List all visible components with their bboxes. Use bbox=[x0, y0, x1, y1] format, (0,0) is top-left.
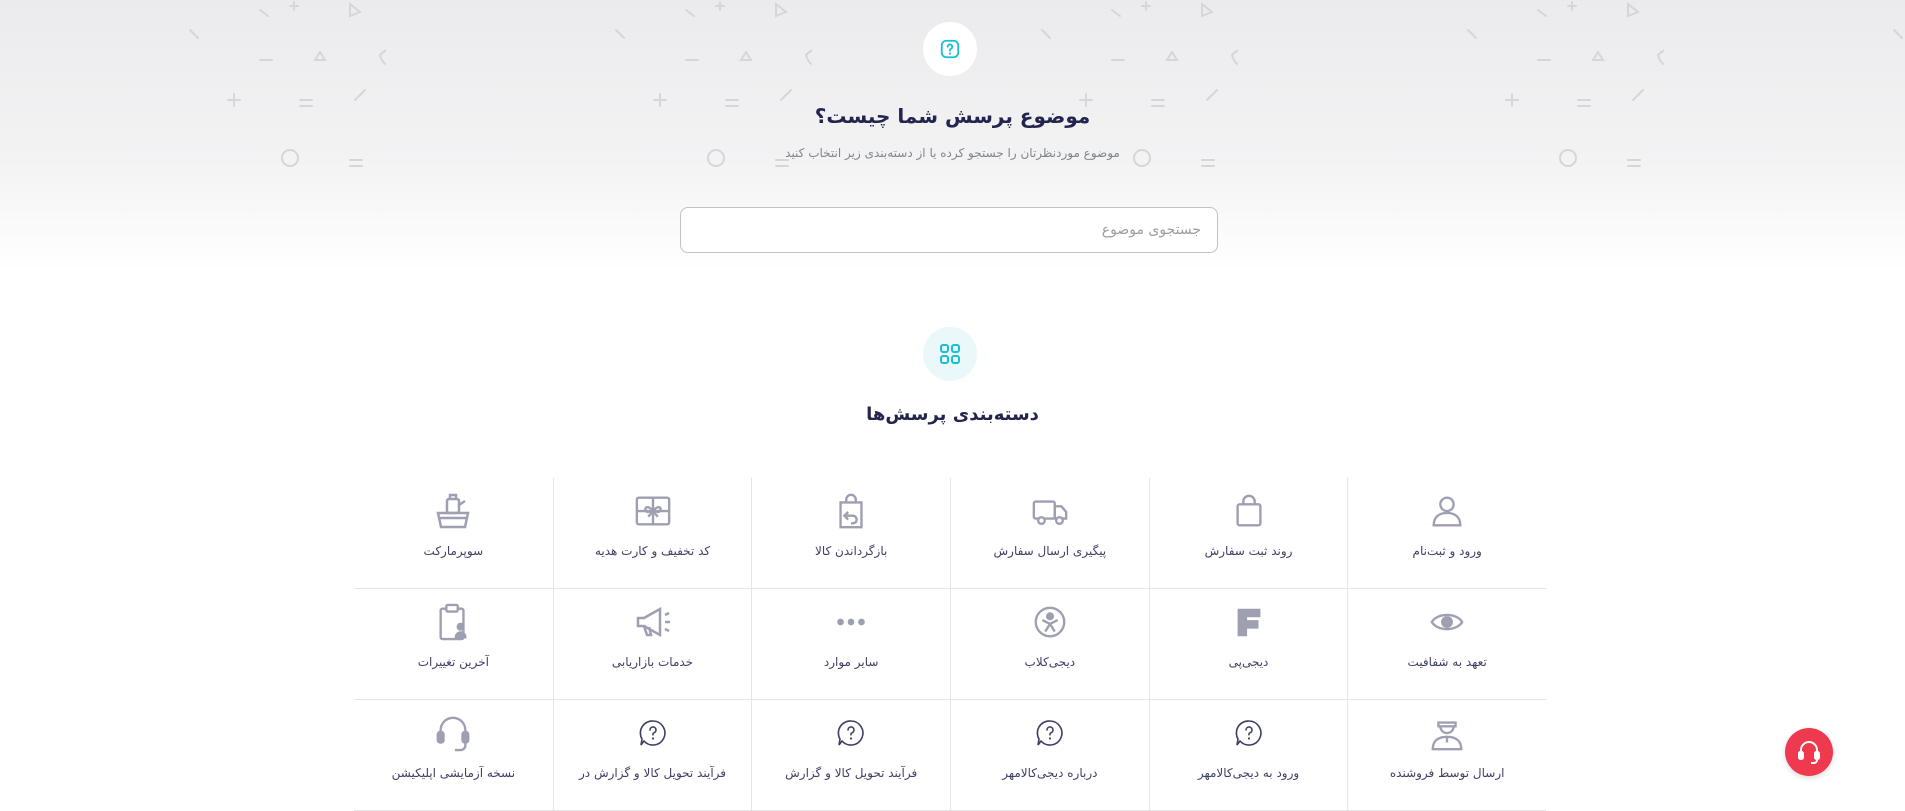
category-about-digikalamehr[interactable]: درباره دیجی‌کالامهر bbox=[950, 700, 1149, 811]
category-app-beta[interactable]: نسخه آزمایشی اپلیکیشن bbox=[354, 700, 553, 811]
shopping-bag-icon bbox=[1235, 494, 1262, 527]
category-label: سوپرمارکت bbox=[423, 544, 484, 558]
eye-icon bbox=[1430, 613, 1464, 631]
grocery-basket-icon bbox=[436, 493, 470, 529]
category-label: دیجی‌کلاب bbox=[1024, 655, 1076, 669]
category-transparency[interactable]: تعهد به شفافیت bbox=[1347, 589, 1546, 700]
digipay-icon bbox=[1237, 608, 1260, 637]
category-digiclub[interactable]: دیجی‌کلاب bbox=[950, 589, 1149, 700]
category-label: درباره دیجی‌کالامهر bbox=[1002, 766, 1098, 780]
return-bag-icon bbox=[839, 493, 863, 529]
question-bubble-icon bbox=[1235, 720, 1262, 746]
category-label: ارسال توسط فروشنده bbox=[1389, 766, 1505, 780]
support-button[interactable] bbox=[1785, 728, 1833, 776]
categories-title: دسته‌بندی پرسش‌ها bbox=[866, 404, 1039, 425]
megaphone-icon bbox=[636, 606, 670, 638]
categories-icon-badge bbox=[923, 327, 977, 381]
categories-grid: ورود و ثبت‌نام روند ثبت سفارش پیگیری ارس… bbox=[354, 478, 1546, 811]
category-discount-giftcard[interactable]: کد تخفیف و کارت هدیه bbox=[552, 478, 752, 589]
seller-courier-icon bbox=[1431, 721, 1463, 751]
category-label: تعهد به شفافیت bbox=[1407, 655, 1487, 669]
page-subtitle: موضوع موردنظرتان را جستجو کرده یا از دست… bbox=[785, 146, 1120, 160]
category-label: فرآیند تحویل کالا و گزارش bbox=[785, 766, 918, 780]
question-bubble-icon bbox=[1036, 720, 1063, 746]
question-bubble-icon bbox=[837, 720, 864, 746]
category-label: سایر موارد bbox=[823, 655, 879, 669]
category-returns[interactable]: بازگرداندن کالا bbox=[751, 478, 950, 589]
truck-icon bbox=[1032, 500, 1068, 526]
search-box bbox=[680, 207, 1218, 253]
question-icon bbox=[940, 39, 960, 59]
search-input[interactable] bbox=[681, 208, 1217, 252]
category-seller-shipping[interactable]: ارسال توسط فروشنده bbox=[1347, 700, 1546, 811]
category-digikalamehr-login[interactable]: ورود به دیجی‌کالامهر bbox=[1148, 700, 1348, 811]
more-dots-icon bbox=[837, 618, 865, 626]
category-label: فرآیند تحویل کالا و گزارش در bbox=[579, 766, 727, 780]
category-others[interactable]: سایر موارد bbox=[751, 589, 950, 700]
category-marketing-services[interactable]: خدمات بازاریابی bbox=[552, 589, 752, 700]
category-supermarket[interactable]: سوپرمارکت bbox=[354, 478, 553, 589]
category-order-process[interactable]: روند ثبت سفارش bbox=[1148, 478, 1348, 589]
category-label: کد تخفیف و کارت هدیه bbox=[594, 544, 711, 558]
hero-question-icon-badge bbox=[923, 22, 977, 76]
category-label: پیگیری ارسال سفارش bbox=[993, 544, 1107, 558]
category-latest-changes[interactable]: آخرین تغییرات bbox=[354, 589, 553, 700]
digiclub-icon bbox=[1034, 606, 1066, 638]
category-label: آخرین تغییرات bbox=[417, 655, 489, 669]
category-delivery-report[interactable]: فرآیند تحویل کالا و گزارش bbox=[751, 700, 950, 811]
category-shipping-tracking[interactable]: پیگیری ارسال سفارش bbox=[950, 478, 1149, 589]
gift-card-icon bbox=[635, 496, 670, 526]
clipboard-icon bbox=[439, 603, 467, 641]
category-label: خدمات بازاریابی bbox=[611, 655, 694, 669]
page-title: موضوع پرسش شما چیست؟ bbox=[814, 104, 1091, 128]
user-icon bbox=[1432, 496, 1462, 527]
category-label: نسخه آزمایشی اپلیکیشن bbox=[391, 766, 516, 780]
category-delivery-report-in[interactable]: فرآیند تحویل کالا و گزارش در bbox=[552, 700, 752, 811]
category-label: ورود به دیجی‌کالامهر bbox=[1197, 766, 1300, 780]
categories-icon bbox=[940, 344, 960, 364]
headset-icon bbox=[1798, 741, 1820, 764]
category-digipay[interactable]: دیجی‌پی bbox=[1148, 589, 1348, 700]
headset-icon bbox=[436, 716, 470, 752]
category-label: دیجی‌پی bbox=[1228, 655, 1269, 669]
category-label: روند ثبت سفارش bbox=[1204, 544, 1293, 558]
category-login-signup[interactable]: ورود و ثبت‌نام bbox=[1347, 478, 1546, 589]
question-bubble-icon bbox=[639, 720, 666, 746]
category-label: ورود و ثبت‌نام bbox=[1412, 544, 1482, 558]
category-label: بازگرداندن کالا bbox=[815, 544, 888, 558]
